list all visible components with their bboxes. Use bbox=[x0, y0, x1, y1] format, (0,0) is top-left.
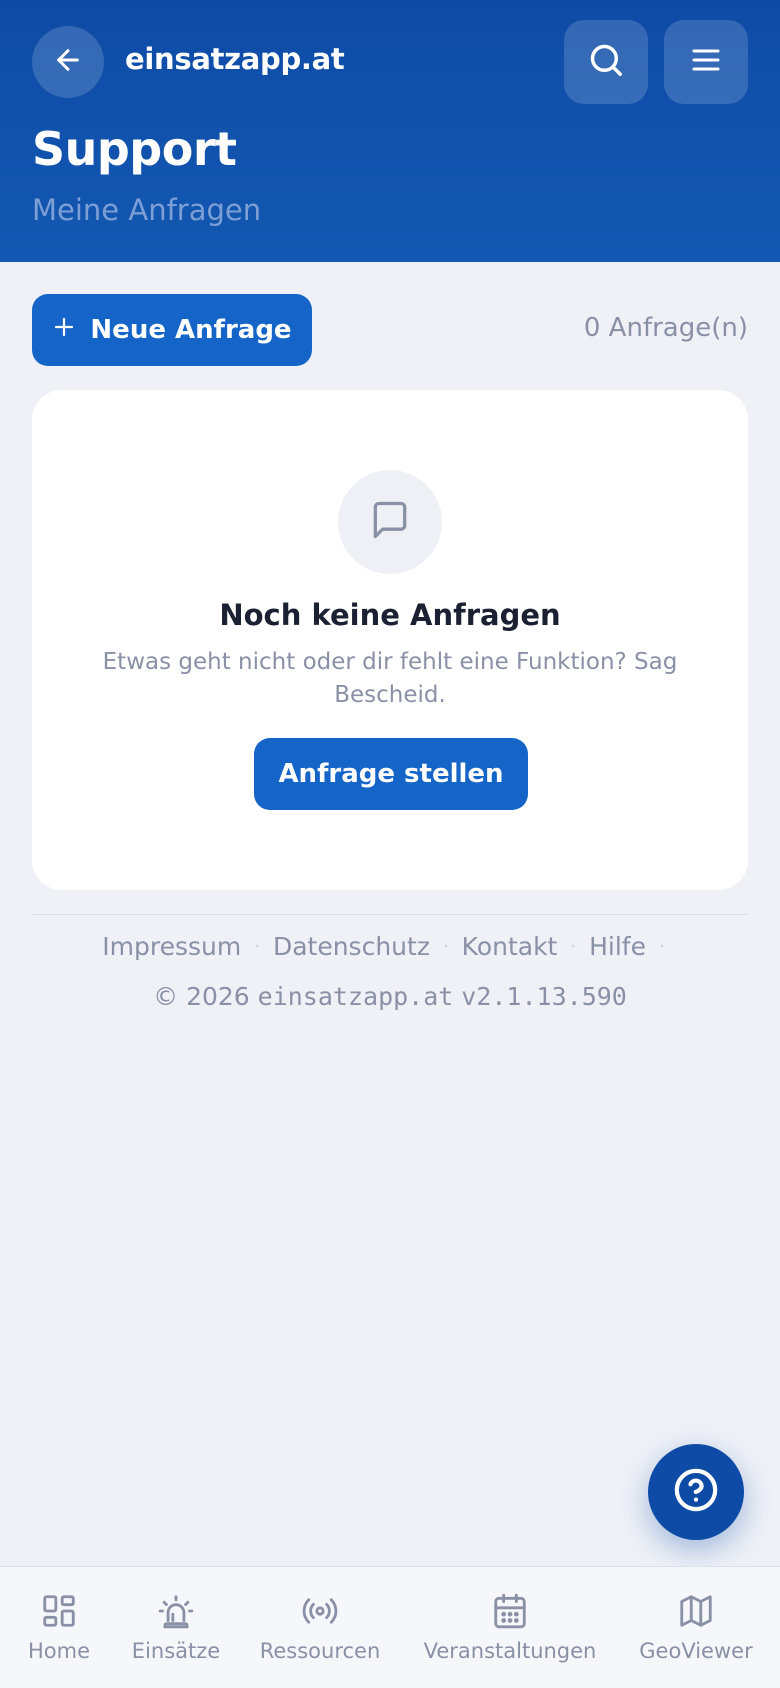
menu-button[interactable] bbox=[664, 20, 748, 104]
siren-icon bbox=[157, 1591, 195, 1631]
broadcast-icon bbox=[300, 1591, 340, 1631]
page-title: Support bbox=[32, 122, 237, 176]
empty-state-icon-wrap bbox=[338, 470, 442, 574]
copyright-site: einsatzapp.at bbox=[257, 982, 454, 1011]
footer-link-hilfe[interactable]: Hilfe bbox=[589, 932, 646, 961]
bottom-nav: Home Einsätze Ressourcen Veranstaltungen… bbox=[0, 1566, 780, 1688]
separator-dot: · bbox=[254, 936, 260, 957]
copyright-year: © 2026 bbox=[153, 982, 250, 1011]
search-icon bbox=[587, 41, 625, 83]
nav-label: Veranstaltungen bbox=[423, 1639, 597, 1663]
footer-link-impressum[interactable]: Impressum bbox=[102, 932, 241, 961]
nav-label: Ressourcen bbox=[259, 1639, 381, 1663]
ask-request-label: Anfrage stellen bbox=[278, 759, 504, 789]
search-button[interactable] bbox=[564, 20, 648, 104]
empty-state-title: Noch keine Anfragen bbox=[219, 598, 561, 632]
request-count: 0 Anfrage(n) bbox=[583, 313, 748, 343]
app-version: v2.1.13.590 bbox=[461, 982, 627, 1011]
hamburger-menu-icon bbox=[688, 42, 724, 82]
nav-item-einsaetze[interactable]: Einsätze bbox=[122, 1567, 230, 1688]
back-button[interactable] bbox=[32, 26, 104, 98]
nav-item-veranstaltungen[interactable]: Veranstaltungen bbox=[420, 1567, 600, 1688]
new-request-label: Neue Anfrage bbox=[90, 315, 292, 345]
map-icon bbox=[677, 1591, 715, 1631]
app-header: einsatzapp.at Support Meine Anfragen bbox=[0, 0, 780, 262]
nav-label: Einsätze bbox=[131, 1639, 221, 1663]
separator-dot: · bbox=[658, 936, 665, 957]
brand-name[interactable]: einsatzapp.at bbox=[125, 42, 345, 76]
plus-icon bbox=[52, 315, 76, 346]
empty-state-card: Noch keine Anfragen Etwas geht nicht ode… bbox=[32, 390, 748, 890]
separator-dot: · bbox=[442, 936, 449, 957]
nav-item-home[interactable]: Home bbox=[18, 1567, 100, 1688]
nav-item-ressourcen[interactable]: Ressourcen bbox=[256, 1567, 384, 1688]
copyright: © 2026 einsatzapp.at v2.1.13.590 bbox=[0, 982, 780, 1011]
grid-icon bbox=[40, 1591, 78, 1631]
help-fab[interactable] bbox=[648, 1444, 744, 1540]
ask-request-button[interactable]: Anfrage stellen bbox=[254, 738, 528, 810]
footer-link-datenschutz[interactable]: Datenschutz bbox=[273, 932, 430, 961]
nav-label: Home bbox=[27, 1639, 90, 1663]
footer-link-kontakt[interactable]: Kontakt bbox=[462, 932, 558, 961]
page-subtitle: Meine Anfragen bbox=[32, 193, 262, 227]
nav-item-geoviewer[interactable]: GeoViewer bbox=[632, 1567, 760, 1688]
message-square-icon bbox=[368, 498, 412, 546]
help-circle-icon bbox=[673, 1467, 719, 1517]
nav-label: GeoViewer bbox=[639, 1639, 753, 1663]
new-request-button[interactable]: Neue Anfrage bbox=[32, 294, 312, 366]
arrow-left-icon bbox=[52, 44, 84, 80]
calendar-icon bbox=[491, 1591, 529, 1631]
footer-links: Impressum · Datenschutz · Kontakt · Hilf… bbox=[0, 932, 780, 961]
empty-state-text: Etwas geht nicht oder dir fehlt eine Fun… bbox=[102, 649, 678, 708]
footer-divider bbox=[32, 914, 748, 915]
separator-dot: · bbox=[570, 936, 577, 957]
